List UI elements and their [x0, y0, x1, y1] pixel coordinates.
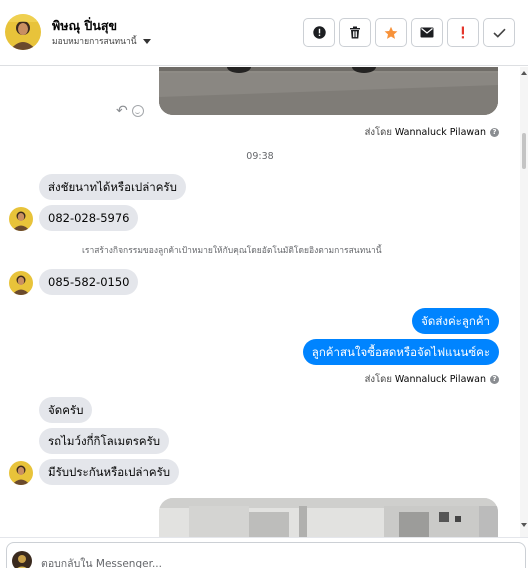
- assign-label: มอบหมายการสนทนานี้: [52, 37, 137, 47]
- star-button[interactable]: [375, 18, 407, 47]
- help-icon[interactable]: ?: [490, 128, 499, 137]
- reply-input[interactable]: ตอบกลับใน Messenger...: [6, 542, 526, 568]
- reply-icon[interactable]: ↶: [116, 103, 128, 119]
- contact-avatar[interactable]: [5, 14, 41, 50]
- scroll-down-arrow-icon[interactable]: [521, 523, 527, 527]
- assign-conversation-dropdown[interactable]: มอบหมายการสนทนานี้: [52, 34, 151, 48]
- attachment-image[interactable]: [159, 498, 498, 537]
- sender-name: Wannaluck Pilawan: [394, 127, 486, 138]
- sent-by-prefix: ส่งโดย: [364, 127, 392, 138]
- chat-scrollbar[interactable]: [520, 67, 528, 537]
- exclamation-circle-icon: [312, 26, 326, 39]
- page-avatar: [12, 551, 32, 568]
- incoming-message[interactable]: 082-028-5976: [39, 205, 139, 231]
- message-actions: ↶: [116, 103, 144, 119]
- timestamp: 09:38: [246, 151, 274, 162]
- outgoing-message[interactable]: จัดส่งค่ะลูกค้า: [412, 308, 499, 334]
- composer-area: ตอบกลับใน Messenger...: [0, 537, 528, 568]
- message-thread[interactable]: ↶ ส่งโดย Wannaluck Pilawan ? 09:38 ส่งชั…: [0, 67, 520, 537]
- contact-avatar-small: [9, 461, 33, 485]
- contact-avatar-small: [9, 207, 33, 231]
- scroll-thumb[interactable]: [522, 133, 526, 169]
- incoming-message[interactable]: 085-582-0150: [39, 269, 139, 295]
- incoming-message[interactable]: ส่งชัยนาทได้หรือเปล่าครับ: [39, 174, 186, 200]
- incoming-message[interactable]: จัดครับ: [39, 397, 93, 423]
- attachment-image[interactable]: [159, 67, 498, 115]
- sent-by-label: ส่งโดย Wannaluck Pilawan ?: [365, 125, 499, 140]
- caret-down-icon: [142, 38, 151, 44]
- reply-placeholder: ตอบกลับใน Messenger...: [41, 558, 162, 568]
- sender-name: Wannaluck Pilawan: [394, 374, 486, 385]
- spam-button[interactable]: [303, 18, 335, 47]
- help-icon[interactable]: ?: [490, 375, 499, 384]
- sent-by-prefix: ส่งโดย: [364, 374, 392, 385]
- system-notice: เราสร้างกิจกรรมของลูกค้าเป้าหมายให้กับคุ…: [82, 246, 382, 256]
- sent-by-label: ส่งโดย Wannaluck Pilawan ?: [365, 372, 499, 387]
- envelope-icon: [420, 27, 434, 38]
- follow-up-button[interactable]: [447, 18, 479, 47]
- react-smiley-icon[interactable]: [131, 105, 144, 117]
- incoming-message[interactable]: รถไมว์งกี่กิโลเมตรครับ: [39, 428, 170, 454]
- incoming-message[interactable]: มีรับประกันหรือเปล่าครับ: [39, 459, 180, 485]
- delete-button[interactable]: [339, 18, 371, 47]
- star-icon: [384, 26, 398, 39]
- conversation-header: พิษณุ ปิ่นสุข มอบหมายการสนทนานี้: [0, 0, 528, 66]
- check-icon: [492, 28, 506, 38]
- contact-avatar-small: [9, 271, 33, 295]
- trash-icon: [350, 26, 360, 39]
- outgoing-message[interactable]: ลูกค้าสนใจซื้อสดหรือจัดไฟแนนซ์คะ: [302, 339, 499, 365]
- mark-unread-button[interactable]: [411, 18, 443, 47]
- exclamation-icon: [461, 26, 464, 39]
- contact-name[interactable]: พิษณุ ปิ่นสุข: [52, 16, 117, 36]
- scroll-up-arrow-icon[interactable]: [521, 71, 527, 75]
- mark-done-button[interactable]: [483, 18, 515, 47]
- conversation-toolbar: [303, 18, 519, 47]
